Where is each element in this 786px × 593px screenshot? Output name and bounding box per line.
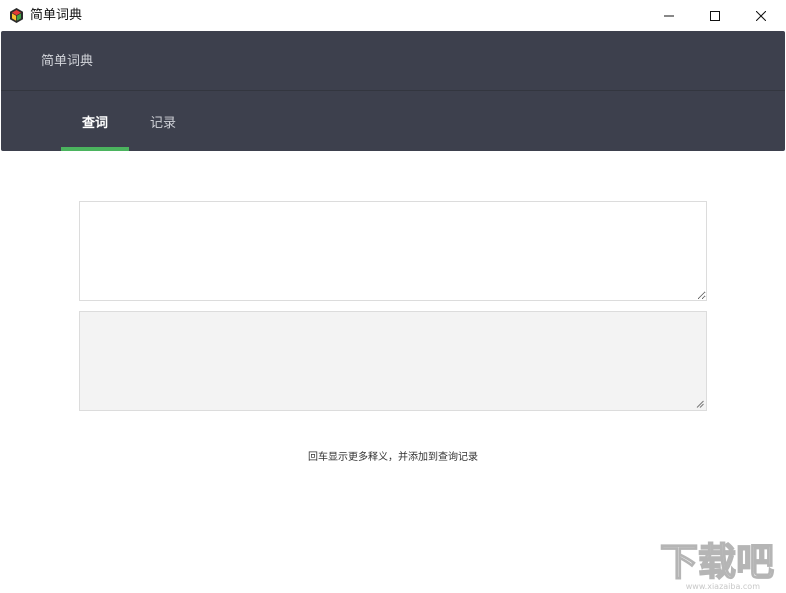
close-button[interactable] <box>738 0 784 31</box>
word-input[interactable] <box>79 201 707 301</box>
watermark-logo: 下载吧 www.xiazaiba.com <box>659 539 775 591</box>
tab-history[interactable]: 记录 <box>129 91 197 151</box>
window-title: 简单词典 <box>30 8 83 23</box>
minimize-button[interactable] <box>646 0 692 31</box>
tab-search[interactable]: 查词 <box>61 91 129 151</box>
hint-text: 回车显示更多释义，并添加到查询记录 <box>308 452 478 463</box>
svg-text:下载吧: 下载吧 <box>660 540 774 584</box>
app-logo-icon <box>10 8 23 23</box>
definition-output[interactable] <box>79 311 707 411</box>
svg-text:www.xiazaiba.com: www.xiazaiba.com <box>686 582 760 591</box>
close-icon <box>756 10 766 21</box>
maximize-icon <box>710 10 720 21</box>
app-name: 简单词典 <box>41 54 94 69</box>
app-header: 简单词典 查词 记录 <box>1 31 785 151</box>
app-window: 简单词典 简单词典 查词 记录 回车显示更多释义，并添加到查询记录 下载吧 ww… <box>0 0 786 593</box>
title-bar[interactable]: 简单词典 <box>0 0 786 31</box>
active-tab-indicator <box>61 147 129 151</box>
resize-grip-icon[interactable] <box>696 400 704 408</box>
maximize-button[interactable] <box>692 0 738 31</box>
minimize-icon <box>664 15 674 16</box>
